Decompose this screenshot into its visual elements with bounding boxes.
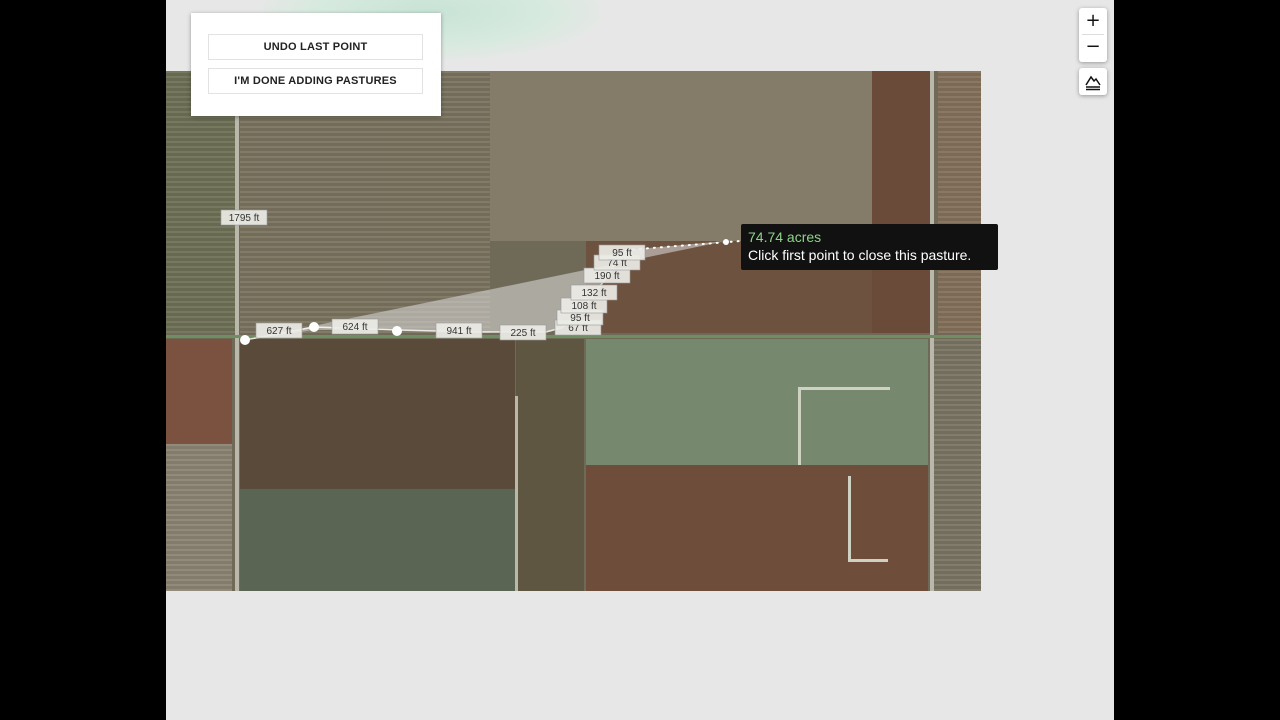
- terrain-icon: [1085, 75, 1101, 91]
- svg-text:624 ft: 624 ft: [342, 322, 367, 333]
- close-pasture-hint: Click first point to close this pasture.: [748, 247, 972, 263]
- done-adding-pastures-button[interactable]: I'M DONE ADDING PASTURES: [208, 68, 423, 94]
- vertex-point[interactable]: [392, 326, 402, 336]
- vertex-point[interactable]: [309, 322, 319, 332]
- acreage-tooltip: 74.74 acres Click first point to close t…: [741, 224, 998, 270]
- svg-text:132 ft: 132 ft: [581, 288, 606, 299]
- distance-label: 95 ft: [598, 244, 646, 261]
- zoom-out-button[interactable]: −: [1079, 34, 1107, 60]
- distance-label: 627 ft: [255, 322, 303, 339]
- drawing-controls-panel: UNDO LAST POINT I'M DONE ADDING PASTURES: [191, 13, 441, 116]
- map-app: 1795 ft 627 ft 624 ft 941 ft 225 ft 67 f…: [166, 0, 1114, 720]
- distance-label: 1795 ft: [220, 209, 268, 226]
- distance-label: 941 ft: [435, 322, 483, 339]
- terrain-toggle-button[interactable]: [1079, 68, 1107, 95]
- zoom-in-button[interactable]: +: [1079, 8, 1107, 34]
- svg-text:1795 ft: 1795 ft: [229, 213, 260, 224]
- svg-text:627 ft: 627 ft: [266, 326, 291, 337]
- svg-text:95 ft: 95 ft: [612, 248, 632, 259]
- acreage-value: 74.74 acres: [748, 229, 822, 245]
- vertex-point[interactable]: [240, 335, 250, 345]
- svg-text:225 ft: 225 ft: [510, 328, 535, 339]
- svg-text:95 ft: 95 ft: [570, 313, 590, 324]
- svg-text:941 ft: 941 ft: [446, 326, 471, 337]
- undo-last-point-button[interactable]: UNDO LAST POINT: [208, 34, 423, 60]
- distance-label: 132 ft: [570, 284, 618, 301]
- distance-label: 225 ft: [499, 324, 547, 341]
- distance-label: 624 ft: [331, 318, 379, 335]
- vertex-point[interactable]: [723, 239, 729, 245]
- svg-text:190 ft: 190 ft: [594, 271, 619, 282]
- zoom-controls: + −: [1079, 8, 1107, 62]
- svg-text:108 ft: 108 ft: [571, 301, 596, 312]
